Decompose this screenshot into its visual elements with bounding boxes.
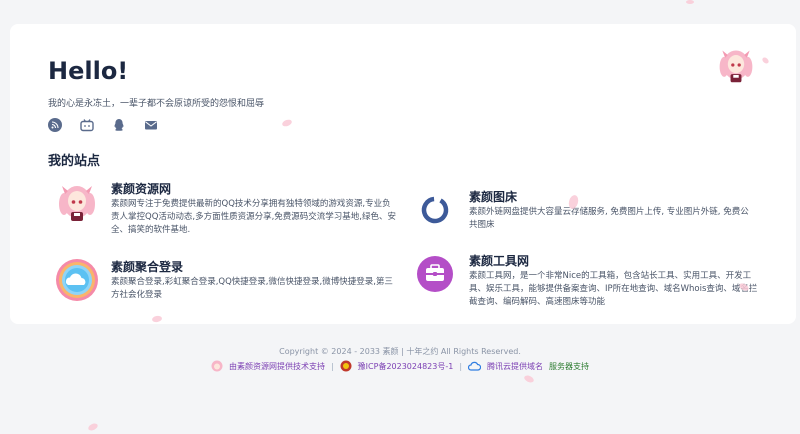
site-card-imagehost[interactable]: 素颜图床 素颜外链网盘提供大容量云存储服务, 免费图片上传, 专业图片外链, 免… <box>413 188 758 232</box>
tech-support-link[interactable]: 由素颜资源网提供技术支持 <box>229 361 325 372</box>
site-desc: 素颜网专注于免费提供最新的QQ技术分享拥有独特领域的游戏资源,专业负责人掌控QQ… <box>111 199 396 235</box>
petal-decoration <box>523 374 535 384</box>
site-name[interactable]: 素颜工具网 <box>469 252 529 269</box>
site-name[interactable]: 素颜图床 <box>469 188 517 205</box>
separator: | <box>330 361 334 371</box>
cloud-icon <box>468 361 482 371</box>
social-links <box>48 118 158 132</box>
motto-text: 我的心是永冻土，一辈子都不会原谅所受的怨恨和屈辱 <box>48 99 265 109</box>
footer-links: 由素颜资源网提供技术支持 | 豫ICP备2023024823号-1 | 腾讯云提… <box>0 360 800 372</box>
mascot-avatar-icon <box>719 50 753 83</box>
mini-avatar-icon <box>211 360 223 372</box>
site-name[interactable]: 素颜聚合登录 <box>111 258 183 275</box>
server-support-text: 服务器支持 <box>549 361 590 371</box>
site-name[interactable]: 素颜资源网 <box>111 180 171 197</box>
toolbox-icon <box>417 256 453 292</box>
petal-decoration <box>87 422 99 432</box>
greeting-title: Hello! <box>48 57 129 85</box>
rss-icon[interactable] <box>48 118 62 132</box>
police-badge-icon <box>340 360 352 372</box>
ring-logo-icon <box>421 196 449 224</box>
site-card-resource[interactable]: 素颜资源网 素颜网专注于免费提供最新的QQ技术分享拥有独特领域的游戏资源,专业负… <box>55 180 400 240</box>
site-desc: 素颜工具网，是一个非常Nice的工具箱，包含站长工具、实用工具、开发工具、娱乐工… <box>469 271 758 307</box>
site-desc: 素颜外链网盘提供大容量云存储服务, 免费图片上传, 专业图片外链, 免费公共图床 <box>469 207 749 230</box>
separator: | <box>459 361 463 371</box>
tencent-cloud-link[interactable]: 腾讯云提供域名 <box>487 361 543 372</box>
qq-icon[interactable] <box>112 118 126 132</box>
bilibili-icon[interactable] <box>80 118 94 132</box>
site-card-tools[interactable]: 素颜工具网 素颜工具网，是一个非常Nice的工具箱，包含站长工具、实用工具、开发… <box>413 252 758 322</box>
copyright-text: Copyright © 2024 - 2033 素颜 | 十年之约 All Ri… <box>279 347 521 356</box>
anime-avatar-icon <box>59 186 95 221</box>
main-card: Hello! 我的心是永冻土，一辈子都不会原谅所受的怨恨和屈辱 我的站点 素颜资… <box>10 24 796 324</box>
site-card-login[interactable]: 素颜聚合登录 素颜聚合登录,彩虹聚合登录,QQ快捷登录,微信快捷登录,微博快捷登… <box>55 258 400 318</box>
petal-decoration <box>686 0 694 4</box>
section-title: 我的站点 <box>48 154 101 169</box>
site-desc: 素颜聚合登录,彩虹聚合登录,QQ快捷登录,微信快捷登录,微博快捷登录,第三方社会… <box>111 277 393 300</box>
mail-icon[interactable] <box>144 118 158 132</box>
icp-link[interactable]: 豫ICP备2023024823号-1 <box>358 361 454 372</box>
rainbow-cloud-icon <box>56 259 98 301</box>
